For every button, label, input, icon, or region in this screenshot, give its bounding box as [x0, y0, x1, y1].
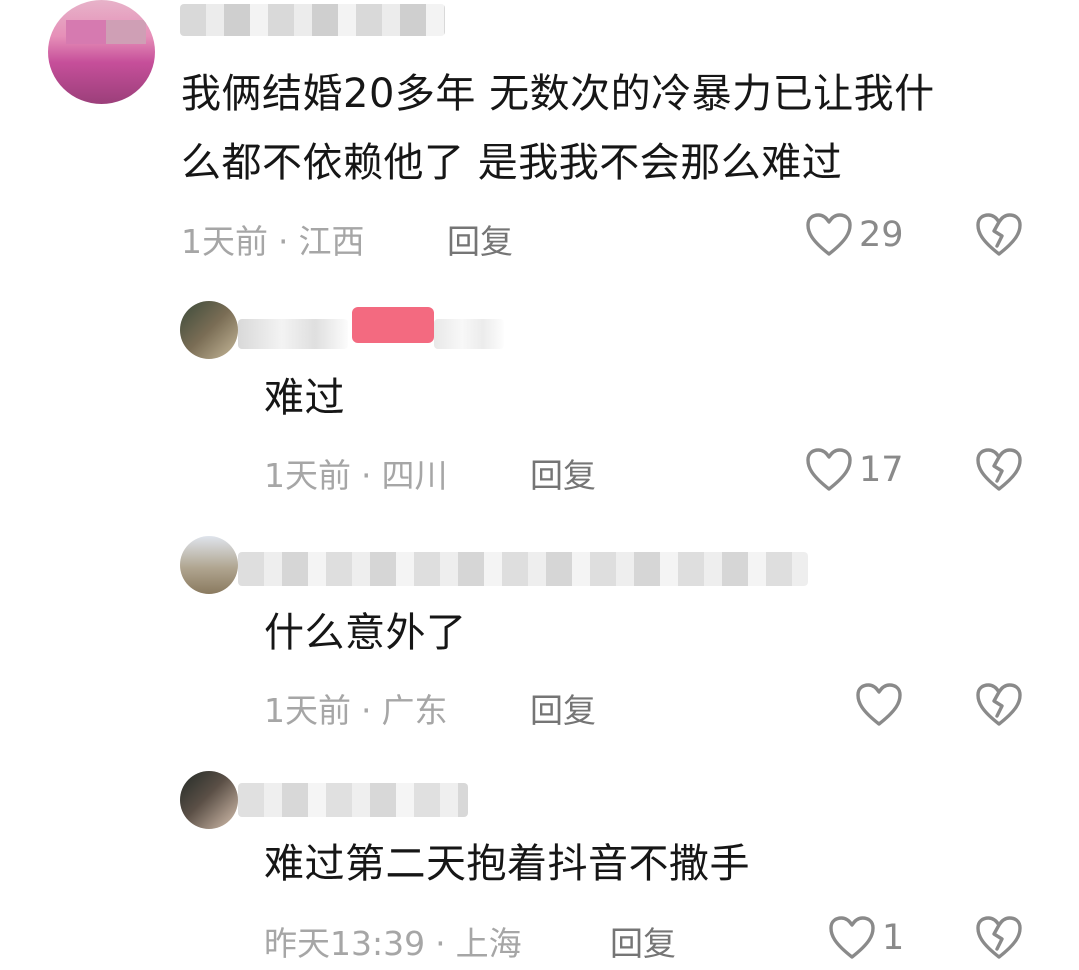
comment-text-line: 难过: [264, 375, 345, 421]
comment-meta: 1天前 · 四川: [264, 449, 448, 497]
comment-text: 我俩结婚20多年 无数次的冷暴力已让我什 么都不依赖他了 是我我不会那么难过: [181, 60, 1041, 198]
comment-text-line: 难过第二天抱着抖音不撒手: [264, 841, 750, 887]
avatar[interactable]: [180, 771, 238, 829]
dislike-button[interactable]: [975, 682, 1023, 728]
comment-meta: 昨天13:39 · 上海: [264, 917, 522, 965]
comment-location: 上海: [455, 924, 522, 963]
comment-time: 1天前: [181, 222, 268, 261]
comment-time: 1天前: [264, 691, 351, 730]
username-blurred[interactable]: [180, 4, 445, 36]
broken-heart-icon: [975, 447, 1023, 493]
comment-location: 江西: [298, 222, 365, 261]
broken-heart-icon: [975, 915, 1023, 961]
heart-outline-icon: [805, 447, 853, 493]
username-blurred[interactable]: [238, 552, 808, 586]
avatar[interactable]: [180, 536, 238, 594]
like-count: 17: [859, 450, 904, 490]
dislike-button[interactable]: [975, 212, 1023, 258]
separator-dot: ·: [278, 222, 289, 261]
username-blurred: [434, 319, 504, 349]
separator-dot: ·: [435, 924, 446, 963]
dislike-button[interactable]: [975, 915, 1023, 961]
broken-heart-icon: [975, 682, 1023, 728]
comment-text-line: 什么意外了: [264, 610, 467, 656]
comment-meta: 1天前 · 广东: [264, 684, 448, 732]
like-button[interactable]: 17: [805, 447, 904, 493]
avatar[interactable]: [180, 301, 238, 359]
like-button[interactable]: [855, 682, 909, 728]
like-button[interactable]: 1: [828, 915, 904, 961]
comment-meta: 1天前 · 江西: [181, 215, 365, 263]
comment-text: 难过: [264, 364, 345, 433]
reply-button[interactable]: 回复: [530, 684, 596, 732]
reply-comment-item: 难过 1天前 · 四川 回复 17: [0, 295, 1079, 515]
reply-button[interactable]: 回复: [447, 215, 513, 263]
comment-location: 广东: [381, 691, 448, 730]
like-button[interactable]: 29: [805, 212, 904, 258]
like-count: 29: [859, 215, 904, 255]
heart-outline-icon: [805, 212, 853, 258]
heart-outline-icon: [855, 682, 903, 728]
comment-section: { "colors": { "text": "#161616", "meta":…: [0, 0, 1079, 970]
broken-heart-icon: [975, 212, 1023, 258]
reply-comment-item: 难过第二天抱着抖音不撒手 昨天13:39 · 上海 回复 1: [0, 765, 1079, 970]
comment-time: 1天前: [264, 456, 351, 495]
comment-text-line: 么都不依赖他了 是我我不会那么难过: [181, 140, 843, 186]
like-count: 1: [882, 918, 905, 958]
reply-button[interactable]: 回复: [610, 917, 676, 965]
heart-outline-icon: [828, 915, 876, 961]
reply-comment-item: 什么意外了 1天前 · 广东 回复: [0, 530, 1079, 750]
comment-time: 昨天13:39: [264, 924, 426, 963]
author-badge: [352, 307, 434, 343]
separator-dot: ·: [361, 691, 372, 730]
comment-text: 难过第二天抱着抖音不撒手: [264, 830, 750, 899]
comment-location: 四川: [381, 456, 448, 495]
comment-text-line: 我俩结婚20多年 无数次的冷暴力已让我什: [181, 71, 935, 117]
avatar[interactable]: [48, 0, 155, 104]
dislike-button[interactable]: [975, 447, 1023, 493]
username-blurred[interactable]: [238, 319, 348, 349]
username-blurred[interactable]: [238, 783, 468, 817]
comment-item: 我俩结婚20多年 无数次的冷暴力已让我什 么都不依赖他了 是我我不会那么难过 1…: [0, 0, 1079, 270]
separator-dot: ·: [361, 456, 372, 495]
reply-button[interactable]: 回复: [530, 449, 596, 497]
comment-text: 什么意外了: [264, 599, 467, 668]
